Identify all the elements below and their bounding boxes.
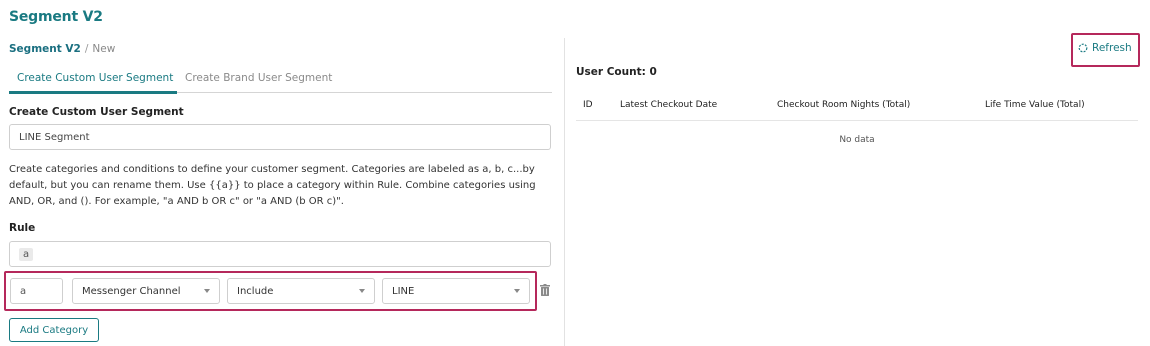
panel-divider [564,38,565,346]
table-header: ID Latest Checkout Date Checkout Room Ni… [576,91,1138,121]
category-name-input[interactable]: a [10,278,63,304]
user-count: User Count: 0 [576,66,657,78]
category-value-select[interactable]: LINE [382,278,530,304]
breadcrumb-link-segment-v2[interactable]: Segment V2 [9,43,81,55]
refresh-button[interactable]: Refresh [1078,42,1132,54]
column-header-checkout-room-nights: Checkout Room Nights (Total) [777,100,911,110]
category-operator-value: Include [237,285,274,297]
trash-icon[interactable] [540,284,550,296]
category-field-select[interactable]: Messenger Channel [72,278,220,304]
results-table: ID Latest Checkout Date Checkout Room Ni… [576,91,1138,161]
segment-name-input[interactable]: LINE Segment [9,124,551,150]
rule-label: Rule [9,222,36,234]
section-title: Create Custom User Segment [9,106,184,118]
segment-tabs: Create Custom User Segment Create Brand … [9,66,552,94]
breadcrumb-separator: / [84,43,89,55]
rule-input[interactable]: a [9,241,551,267]
rule-value: a [19,247,34,261]
breadcrumb-current: New [92,43,116,55]
segment-name-value: LINE Segment [19,131,90,143]
breadcrumb: Segment V2/New [9,43,115,55]
category-operator-select[interactable]: Include [227,278,375,304]
chevron-down-icon [359,289,365,293]
active-tab-indicator [9,91,177,94]
tab-create-brand-user-segment[interactable]: Create Brand User Segment [185,72,332,84]
refresh-label: Refresh [1092,42,1132,54]
tab-create-custom-user-segment[interactable]: Create Custom User Segment [17,72,173,84]
category-name-value: a [20,285,27,297]
page-title: Segment V2 [9,9,103,25]
chevron-down-icon [514,289,520,293]
column-header-id: ID [583,100,593,110]
category-value-value: LINE [392,285,415,297]
add-category-button[interactable]: Add Category [9,318,99,342]
refresh-icon [1078,43,1088,53]
column-header-life-time-value: Life Time Value (Total) [985,100,1085,110]
column-header-latest-checkout-date: Latest Checkout Date [620,100,718,110]
category-field-value: Messenger Channel [82,285,181,297]
empty-state: No data [839,135,875,145]
help-text: Create categories and conditions to defi… [9,164,536,207]
chevron-down-icon [204,289,210,293]
